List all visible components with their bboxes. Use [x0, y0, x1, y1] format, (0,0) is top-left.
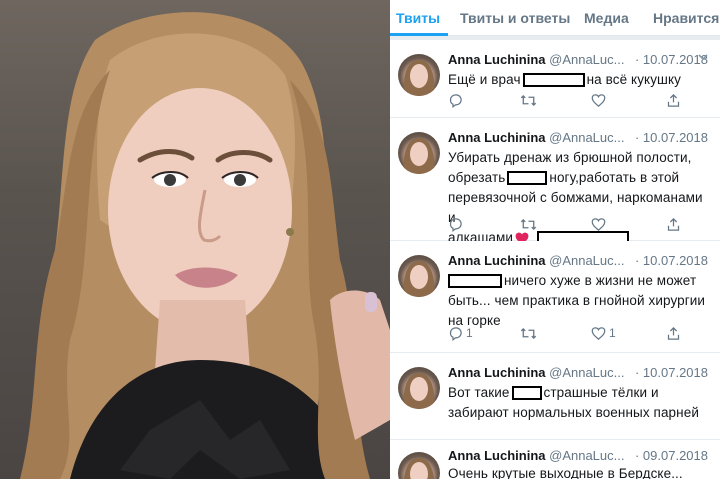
heart-icon: [591, 93, 606, 107]
text-segment: обрезать: [448, 170, 506, 185]
retweet-icon: [520, 94, 537, 106]
retweet-icon: [520, 327, 537, 339]
text-line: ничего хуже в жизни не может: [448, 271, 710, 291]
text-segment: ногу,работать в этой: [549, 170, 680, 185]
tweet-actions: [448, 216, 710, 232]
share-icon: [667, 93, 680, 107]
text-segment: на всё кукушку: [586, 72, 681, 87]
chevron-down-icon[interactable]: [698, 54, 708, 61]
tweet-actions: [448, 423, 710, 433]
reply-count: 1: [466, 326, 473, 340]
tab-tweets[interactable]: Твиты: [396, 10, 440, 26]
author-handle[interactable]: @AnnaLuc...: [549, 448, 624, 463]
heart-icon: [591, 217, 606, 231]
portrait-illustration: [20, 12, 390, 479]
tweet[interactable]: Anna Luchinina @AnnaLuc... · 10.07.2018 …: [390, 118, 720, 246]
tweet-date[interactable]: · 10.07.2018: [635, 365, 708, 380]
text-segment: страшные тёлки и: [543, 385, 659, 400]
like-button[interactable]: [591, 216, 606, 232]
tweet-header: Anna Luchinina @AnnaLuc...: [448, 448, 624, 463]
text-line: забирают нормальных военных парней: [448, 405, 699, 420]
author-handle[interactable]: @AnnaLuc...: [549, 130, 624, 145]
reply-icon: [449, 217, 462, 232]
text-segment: Вот такие: [448, 385, 510, 400]
tweet-actions: 1 1: [448, 325, 710, 341]
text-line: обрезать ногу,работать в этой: [448, 168, 710, 188]
author-name[interactable]: Anna Luchinina: [448, 365, 546, 380]
share-button[interactable]: [666, 216, 681, 232]
text-segment: Ещё и врач: [448, 72, 521, 87]
text-line: Вот такие страшные тёлки и: [448, 383, 710, 403]
tab-tweets-and-replies[interactable]: Твиты и ответы: [460, 10, 570, 26]
active-tab-indicator: [390, 33, 448, 36]
profile-photo: [0, 0, 390, 479]
tweet-actions: [448, 92, 710, 108]
tweet-text: Очень крутые выходные в Бердске...: [448, 464, 710, 479]
text-line: Убирать дренаж из брюшной полости,: [448, 150, 692, 165]
reply-button[interactable]: [448, 92, 463, 108]
profile-tabs: Твиты Твиты и ответы Медиа Нравится: [390, 0, 720, 36]
reply-icon: [449, 93, 462, 108]
avatar[interactable]: [398, 54, 440, 96]
tweet-text: Вот такие страшные тёлки и забирают норма…: [448, 383, 710, 423]
tweet[interactable]: Anna Luchinina @AnnaLuc... · 09.07.2018 …: [390, 440, 720, 479]
tweet-text: ничего хуже в жизни не может быть... чем…: [448, 271, 710, 331]
redaction-box: [522, 73, 585, 88]
tweet-text: Ещё и врач на всё кукушку: [448, 70, 710, 90]
retweet-button[interactable]: [520, 92, 537, 108]
tweet-header: Anna Luchinina @AnnaLuc...: [448, 130, 624, 145]
tweet-date[interactable]: · 09.07.2018: [635, 448, 708, 463]
tweet-text: Убирать дренаж из брюшной полости, обрез…: [448, 148, 710, 248]
author-handle[interactable]: @AnnaLuc...: [549, 253, 624, 268]
redaction-box: [507, 171, 548, 186]
avatar[interactable]: [398, 132, 440, 174]
like-button[interactable]: 1: [591, 325, 616, 341]
retweet-button[interactable]: [520, 216, 537, 232]
heart-icon: [591, 326, 606, 340]
reply-icon: [449, 326, 462, 341]
like-button[interactable]: [591, 92, 606, 108]
text-segment: ничего хуже в жизни не может: [504, 273, 697, 288]
retweet-button[interactable]: [520, 325, 537, 341]
text-line: Очень крутые выходные в Бердске...: [448, 466, 683, 479]
avatar[interactable]: [398, 367, 440, 409]
like-count: 1: [609, 326, 616, 340]
author-name[interactable]: Anna Luchinina: [448, 253, 546, 268]
tweet[interactable]: Anna Luchinina @AnnaLuc... · 10.07.2018 …: [390, 40, 720, 117]
reply-button[interactable]: 1: [448, 325, 473, 341]
reply-button[interactable]: [448, 216, 463, 232]
tweet-header: Anna Luchinina @AnnaLuc...: [448, 52, 624, 67]
share-icon: [667, 217, 680, 231]
share-button[interactable]: [666, 325, 681, 341]
redaction-box: [448, 274, 502, 289]
tweet-date[interactable]: · 10.07.2018: [635, 130, 708, 145]
author-name[interactable]: Anna Luchinina: [448, 52, 546, 67]
avatar[interactable]: [398, 255, 440, 297]
avatar[interactable]: [398, 452, 440, 479]
redaction-box: [511, 386, 542, 401]
tweet[interactable]: Anna Luchinina @AnnaLuc... · 10.07.2018 …: [390, 241, 720, 352]
tweet-date[interactable]: · 10.07.2018: [635, 253, 708, 268]
text-line: быть... чем практика в гнойной хирургии: [448, 293, 706, 308]
author-handle[interactable]: @AnnaLuc...: [549, 52, 624, 67]
share-icon: [667, 326, 680, 340]
share-button[interactable]: [666, 92, 681, 108]
tab-media[interactable]: Медиа: [584, 10, 629, 26]
tweet[interactable]: Anna Luchinina @AnnaLuc... · 10.07.2018 …: [390, 353, 720, 439]
tweet-header: Anna Luchinina @AnnaLuc...: [448, 253, 624, 268]
twitter-profile-panel: Твиты Твиты и ответы Медиа Нравится Anna…: [390, 0, 720, 479]
retweet-icon: [520, 218, 537, 230]
author-name[interactable]: Anna Luchinina: [448, 448, 546, 463]
tweet-header: Anna Luchinina @AnnaLuc...: [448, 365, 624, 380]
author-handle[interactable]: @AnnaLuc...: [549, 365, 624, 380]
tab-likes[interactable]: Нравится: [653, 10, 719, 26]
author-name[interactable]: Anna Luchinina: [448, 130, 546, 145]
